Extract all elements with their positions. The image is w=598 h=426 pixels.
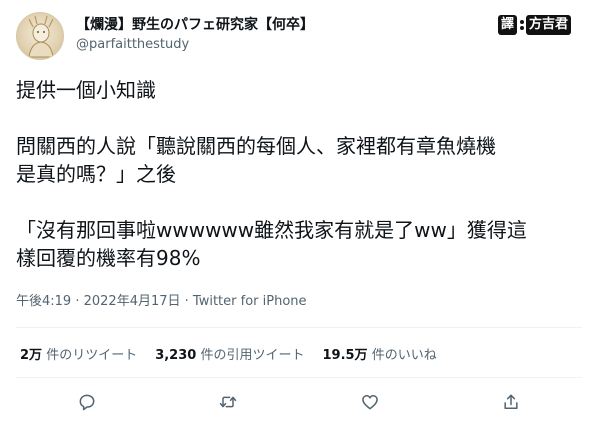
tweet-date[interactable]: 2022年4月17日 — [84, 294, 181, 309]
translator-badge-left: 譯 — [498, 15, 518, 35]
tweet-actions — [0, 388, 598, 416]
likes-count: 19.5万 — [322, 348, 368, 363]
tweet-source[interactable]: Twitter for iPhone — [193, 294, 307, 309]
tweet-paragraph-3: 「沒有那回事啦wwwwww雖然我家有就是了ww」獲得這 樣回覆的機率有98% — [16, 218, 527, 270]
retweets-count: 2万 — [20, 348, 43, 363]
divider — [16, 377, 582, 378]
tweet-time[interactable]: 午後4:19 — [16, 294, 71, 309]
meta-separator: · — [71, 294, 84, 309]
likes-label: 件のいいね — [371, 348, 437, 363]
share-button[interactable] — [499, 390, 523, 414]
quotes-label: 件の引用ツイート — [200, 348, 305, 363]
meta-separator: · — [180, 294, 193, 309]
likes-stat[interactable]: 19.5万 件のいいね — [322, 344, 436, 363]
retweet-icon — [219, 396, 237, 408]
avatar-illustration — [28, 15, 54, 58]
like-button[interactable] — [358, 390, 382, 414]
badge-separator — [519, 19, 524, 31]
retweet-button[interactable] — [216, 390, 240, 414]
user-handle[interactable]: @parfaitthestudy — [76, 37, 189, 52]
display-name[interactable]: 【爛漫】野生のパフェ研究家【何卒】 — [76, 14, 314, 34]
share-icon — [504, 394, 518, 409]
translator-badge: 譯 方吉君 — [498, 15, 572, 35]
quotes-count: 3,230 — [155, 348, 197, 363]
divider — [16, 327, 582, 328]
tweet-stats: 2万 件のリツイート 3,230 件の引用ツイート 19.5万 件のいいね — [20, 344, 455, 363]
reply-button[interactable] — [75, 390, 99, 414]
reply-icon — [79, 394, 95, 411]
tweet-meta: 午後4:19 · 2022年4月17日 · Twitter for iPhone — [16, 290, 307, 309]
translator-badge-right: 方吉君 — [526, 15, 572, 35]
like-icon — [362, 395, 378, 410]
retweets-stat[interactable]: 2万 件のリツイート — [20, 344, 137, 363]
retweets-label: 件のリツイート — [46, 348, 138, 363]
tweet-text: 提供一個小知識 問關西的人說「聽說關西的每個人、家裡都有章魚燒機 是真的嗎？」之… — [16, 76, 582, 272]
avatar[interactable] — [16, 12, 64, 60]
tweet-paragraph-2: 問關西的人說「聽說關西的每個人、家裡都有章魚燒機 是真的嗎？」之後 — [16, 134, 496, 186]
quotes-stat[interactable]: 3,230 件の引用ツイート — [155, 344, 304, 363]
tweet-paragraph-1: 提供一個小知識 — [16, 78, 156, 102]
